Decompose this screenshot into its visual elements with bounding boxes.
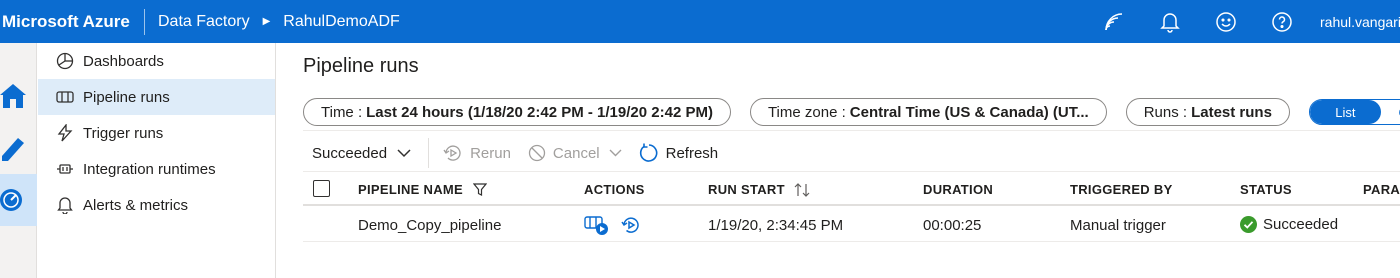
pipeline-name-link[interactable]: Demo_Copy_pipeline (358, 217, 501, 234)
time-filter[interactable]: Time : Last 24 hours (1/18/20 2:42 PM - … (303, 98, 731, 126)
caret-right-icon: ▶ (262, 16, 271, 27)
sidebar-item-alerts-metrics[interactable]: Alerts & metrics (38, 187, 275, 223)
rerun-icon (443, 144, 463, 162)
column-header-label: PIPELINE NAME (358, 182, 464, 197)
left-rail (0, 43, 37, 278)
sidebar-item-trigger-runs[interactable]: Trigger runs (38, 115, 275, 151)
chevron-down-icon (609, 149, 622, 157)
column-header-status: STATUS (1240, 182, 1292, 197)
status-filter-value: Succeeded (312, 144, 388, 162)
column-header-run-start[interactable]: RUN START (708, 182, 811, 197)
list-view-button[interactable]: List (1309, 100, 1381, 124)
home-icon[interactable] (0, 70, 37, 122)
triggered-by-cell: Manual trigger (1070, 217, 1166, 234)
sidebar-item-label: Pipeline runs (83, 88, 170, 106)
rerun-label: Rerun (470, 144, 511, 162)
pipeline-icon (55, 87, 75, 107)
view-activity-runs-icon[interactable] (584, 214, 610, 236)
runtime-icon (55, 159, 75, 179)
timezone-filter-value: Central Time (US & Canada) (UT... (849, 103, 1089, 121)
smiley-icon[interactable] (1198, 0, 1254, 43)
rerun-icon[interactable] (620, 214, 642, 236)
cancel-label: Cancel (552, 144, 600, 162)
refresh-button[interactable]: Refresh (639, 143, 719, 163)
run-start-cell: 1/19/20, 2:34:45 PM (708, 217, 844, 234)
main-content: Pipeline runs Time : Last 24 hours (1/18… (277, 43, 1400, 278)
sidebar-item-dashboards[interactable]: Dashboards (38, 43, 275, 79)
column-header-duration: DURATION (923, 182, 994, 197)
column-header-parameters: PARA (1363, 182, 1400, 197)
toolbar: Succeeded Rerun Cancel Refresh (312, 138, 735, 168)
rerun-button[interactable]: Rerun (443, 144, 511, 162)
toolbar-divider-line (303, 171, 1400, 172)
wifi-icon[interactable] (1086, 0, 1142, 43)
select-all-checkbox[interactable] (313, 180, 330, 197)
column-header-triggered-by: TRIGGERED BY (1070, 182, 1173, 197)
filter-divider (303, 130, 1400, 131)
header-divider-line (303, 204, 1400, 206)
status-label: Succeeded (1263, 216, 1339, 233)
timezone-filter[interactable]: Time zone : Central Time (US & Canada) (… (749, 98, 1107, 126)
runs-filter-key: Runs : (1143, 103, 1188, 121)
sidebar-item-label: Alerts & metrics (83, 196, 189, 214)
time-filter-key: Time : (321, 103, 363, 121)
row-divider (303, 241, 1400, 242)
sidebar: Dashboards Pipeline runs Trigger runs In… (38, 43, 276, 278)
refresh-label: Refresh (665, 144, 719, 162)
page-title: Pipeline runs (303, 55, 419, 77)
timezone-filter-key: Time zone : (767, 103, 846, 121)
toolbar-divider (428, 138, 430, 168)
refresh-icon (639, 143, 659, 163)
column-header-actions: ACTIONS (584, 182, 645, 197)
column-header-label: RUN START (708, 182, 785, 197)
filter-bar: Time : Last 24 hours (1/18/20 2:42 PM - … (303, 98, 1400, 126)
bell-icon[interactable] (1142, 0, 1198, 43)
runs-filter[interactable]: Runs : Latest runs (1125, 98, 1290, 126)
dashboard-icon (55, 51, 75, 71)
sidebar-item-label: Integration runtimes (83, 160, 216, 178)
header-actions: rahul.vangari (1086, 0, 1400, 43)
sidebar-item-label: Trigger runs (83, 124, 164, 142)
status-filter-dropdown[interactable]: Succeeded (312, 145, 411, 162)
lightning-icon (55, 123, 75, 143)
sidebar-item-label: Dashboards (83, 52, 164, 70)
status-cell: Succeeded (1240, 216, 1338, 233)
help-icon[interactable] (1254, 0, 1310, 43)
top-bar: Microsoft Azure Data Factory ▶ RahulDemo… (0, 0, 1400, 43)
brand-label[interactable]: Microsoft Azure (0, 12, 144, 32)
view-toggle: List Gantt (1308, 99, 1400, 125)
filter-icon[interactable] (473, 183, 488, 196)
pencil-icon[interactable] (0, 121, 37, 173)
sidebar-item-pipeline-runs[interactable]: Pipeline runs (38, 79, 275, 115)
sort-icon[interactable] (793, 182, 811, 197)
sidebar-item-integration-runtimes[interactable]: Integration runtimes (38, 151, 275, 187)
row-actions (584, 214, 642, 236)
cancel-icon (528, 144, 546, 162)
breadcrumb-service[interactable]: Data Factory (158, 13, 250, 31)
chevron-down-icon (397, 148, 411, 158)
gantt-view-button[interactable]: Gantt (1381, 100, 1400, 124)
user-name[interactable]: rahul.vangari (1310, 14, 1400, 30)
time-filter-value: Last 24 hours (1/18/20 2:42 PM - 1/19/20… (366, 103, 713, 121)
column-header-pipeline-name[interactable]: PIPELINE NAME (358, 182, 488, 197)
cancel-button[interactable]: Cancel (528, 144, 622, 162)
monitor-icon[interactable] (0, 174, 37, 226)
duration-cell: 00:00:25 (923, 217, 982, 234)
header-divider (144, 8, 145, 35)
breadcrumb-factory[interactable]: RahulDemoADF (283, 13, 399, 31)
success-check-icon (1240, 216, 1257, 233)
runs-filter-value: Latest runs (1191, 103, 1272, 121)
bell-icon (55, 195, 75, 215)
